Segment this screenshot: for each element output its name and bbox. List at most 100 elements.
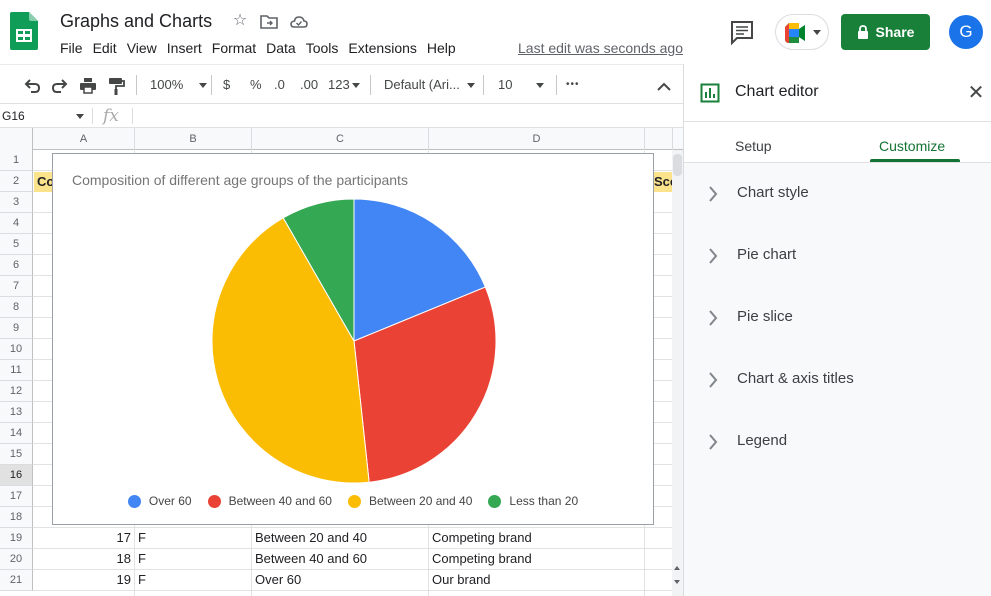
currency-format-button[interactable]: $ (223, 74, 230, 96)
column-header-d[interactable]: D (429, 128, 645, 150)
number-format-dropdown-icon (351, 83, 360, 89)
cell-b19[interactable]: F (138, 528, 248, 548)
cell-a2[interactable]: Co (34, 172, 52, 192)
close-icon[interactable]: ✕ (966, 83, 986, 103)
font-select[interactable]: Default (Ari... (384, 74, 475, 96)
menu-format[interactable]: Format (212, 39, 262, 59)
row-header-4[interactable]: 4 (0, 213, 33, 234)
cell-d19[interactable]: Competing brand (432, 528, 642, 548)
font-size-select[interactable]: 10 (498, 74, 545, 96)
row-header-9[interactable]: 9 (0, 318, 33, 339)
zoom-select[interactable]: 100% (150, 74, 208, 96)
decrease-decimal-button[interactable]: .0 (274, 74, 285, 96)
section-pie-chart[interactable]: Pie chart (684, 225, 991, 287)
row-header-10[interactable]: 10 (0, 339, 33, 360)
menu-help[interactable]: Help (427, 39, 462, 59)
redo-icon[interactable] (50, 75, 70, 97)
vertical-scrollbar-thumb[interactable] (673, 154, 682, 176)
cell-a21[interactable]: 19 (34, 570, 131, 590)
vertical-scrollbar[interactable] (672, 150, 683, 596)
print-icon[interactable] (78, 75, 98, 97)
legend-item[interactable]: Between 40 and 60 (207, 492, 332, 510)
row-header-1[interactable]: 1 (0, 150, 33, 171)
row-header-18[interactable]: 18 (0, 507, 33, 528)
legend-item[interactable]: Between 20 and 40 (347, 492, 472, 510)
number-format-label: 123 (328, 77, 350, 92)
tab-customize[interactable]: Customize (879, 136, 945, 156)
share-button[interactable]: Share (841, 14, 930, 50)
last-edit-link[interactable]: Last edit was seconds ago (518, 39, 683, 57)
percent-format-button[interactable]: % (250, 74, 262, 96)
row-header-7[interactable]: 7 (0, 276, 33, 297)
chart-editor-panel: Chart editor ✕ Setup Customize Chart sty… (683, 64, 991, 596)
cell-e2[interactable]: Sco (654, 172, 672, 192)
more-options-button[interactable]: ••• (566, 74, 580, 96)
row-header-2[interactable]: 2 (0, 171, 33, 192)
row-header-21[interactable]: 21 (0, 570, 33, 591)
cell-d20[interactable]: Competing brand (432, 549, 642, 569)
section-legend[interactable]: Legend (684, 411, 991, 473)
row-header-11[interactable]: 11 (0, 360, 33, 381)
cell-c20[interactable]: Between 40 and 60 (255, 549, 425, 569)
row-header-19[interactable]: 19 (0, 528, 33, 549)
cell-b20[interactable]: F (138, 549, 248, 569)
row-header-13[interactable]: 13 (0, 402, 33, 423)
row-header-16[interactable]: 16 (0, 465, 33, 486)
row-header-14[interactable]: 14 (0, 423, 33, 444)
section-pie-slice[interactable]: Pie slice (684, 287, 991, 349)
comments-icon[interactable] (728, 18, 756, 46)
row-header-15[interactable]: 15 (0, 444, 33, 465)
row-header-3[interactable]: 3 (0, 192, 33, 213)
sheets-logo-icon[interactable] (10, 12, 38, 50)
section-label: Pie chart (737, 246, 797, 263)
move-folder-icon[interactable] (259, 12, 279, 32)
increase-decimal-button[interactable]: .00 (300, 74, 318, 96)
row-header-12[interactable]: 12 (0, 381, 33, 402)
fx-icon: fx (103, 106, 119, 126)
column-header-e[interactable] (645, 128, 673, 150)
document-title[interactable]: Graphs and Charts (60, 11, 212, 32)
formula-bar: G16 fx (0, 104, 683, 128)
select-all-corner[interactable] (0, 128, 33, 150)
formula-input[interactable] (133, 104, 683, 128)
section-chart-axis-titles[interactable]: Chart & axis titles (684, 349, 991, 411)
pie-chart[interactable]: Composition of different age groups of t… (52, 153, 654, 525)
menu-view[interactable]: View (127, 39, 163, 59)
row-header-20[interactable]: 20 (0, 549, 33, 570)
number-format-select[interactable]: 123 (328, 74, 360, 96)
undo-icon[interactable] (22, 75, 42, 97)
tab-setup[interactable]: Setup (735, 136, 772, 156)
cell-b21[interactable]: F (138, 570, 248, 590)
scroll-down-arrow-icon[interactable] (674, 580, 680, 584)
legend-item[interactable]: Over 60 (127, 492, 192, 510)
paint-format-icon[interactable] (106, 75, 126, 97)
cloud-saved-icon[interactable] (289, 12, 309, 32)
menu-data[interactable]: Data (266, 39, 302, 59)
name-box[interactable]: G16 (0, 106, 90, 126)
cell-d21[interactable]: Our brand (432, 570, 642, 590)
scroll-up-arrow-icon[interactable] (674, 566, 680, 570)
menu-file[interactable]: File (60, 39, 89, 59)
chevron-right-icon (709, 186, 718, 202)
collapse-toolbar-icon[interactable] (655, 76, 673, 98)
legend-item[interactable]: Less than 20 (488, 492, 578, 510)
cell-c19[interactable]: Between 20 and 40 (255, 528, 425, 548)
meet-button[interactable] (775, 14, 829, 50)
cell-a20[interactable]: 18 (34, 549, 131, 569)
menu-edit[interactable]: Edit (93, 39, 123, 59)
row-header-6[interactable]: 6 (0, 255, 33, 276)
star-icon[interactable]: ☆ (230, 11, 250, 31)
cell-c21[interactable]: Over 60 (255, 570, 425, 590)
row-header-5[interactable]: 5 (0, 234, 33, 255)
row-header-17[interactable]: 17 (0, 486, 33, 507)
column-header-a[interactable]: A (33, 128, 135, 150)
menu-tools[interactable]: Tools (306, 39, 345, 59)
menu-extensions[interactable]: Extensions (348, 39, 422, 59)
section-chart-style[interactable]: Chart style (684, 163, 991, 225)
column-header-c[interactable]: C (252, 128, 429, 150)
cell-a19[interactable]: 17 (34, 528, 131, 548)
account-avatar[interactable]: G (949, 15, 983, 49)
row-header-8[interactable]: 8 (0, 297, 33, 318)
column-header-b[interactable]: B (135, 128, 252, 150)
menu-insert[interactable]: Insert (167, 39, 208, 59)
